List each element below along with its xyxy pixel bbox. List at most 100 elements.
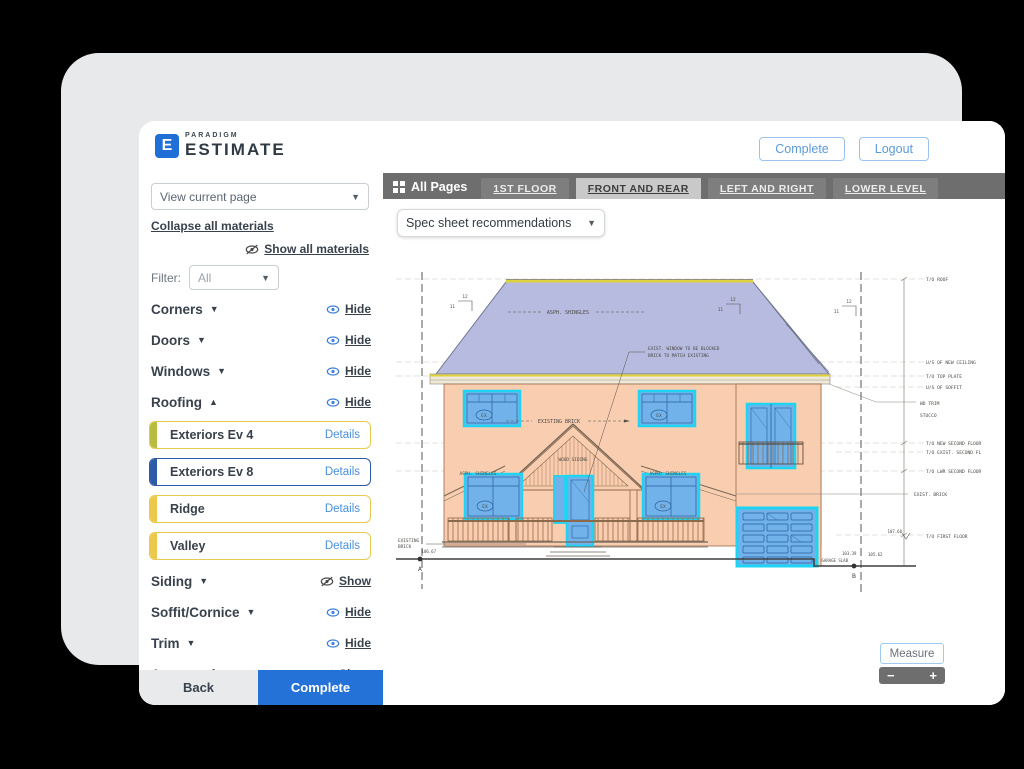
sidebar-item-corners[interactable]: Corners▼ Hide <box>151 298 371 320</box>
tab-left-and-right[interactable]: LEFT AND RIGHT <box>708 178 826 199</box>
gable-siding-label: WOOD SIDING <box>558 457 587 463</box>
spec-sheet-select-value: Spec sheet recommendations <box>406 216 571 230</box>
zoom-out-button[interactable]: − <box>887 669 895 682</box>
material-label: Exteriors Ev 8 <box>170 465 253 479</box>
datum-to-first-floor: T/O FIRST FLOOR <box>926 534 968 540</box>
material-label: Valley <box>170 539 205 553</box>
app-window: E PARADIGM ESTIMATE Complete Logout View… <box>139 121 1005 705</box>
category-label: Doors <box>151 333 190 348</box>
complete-button-top[interactable]: Complete <box>759 137 845 161</box>
eye-icon <box>326 638 340 649</box>
window-ex-label: EX <box>481 413 487 419</box>
material-card-exteriors-ev4[interactable]: Exteriors Ev 4 Details <box>149 421 371 449</box>
app-header: E PARADIGM ESTIMATE Complete Logout <box>139 121 1005 171</box>
category-label: Trim <box>151 636 180 651</box>
brand-icon: E <box>155 134 179 158</box>
sidebar-item-windows[interactable]: Windows▼ Hide <box>151 360 371 382</box>
porch-roof-label-left: ASPH. SHINGLES <box>459 471 496 477</box>
chevron-down-icon: ▼ <box>217 366 226 376</box>
pitch-rise: 12 <box>846 299 852 305</box>
material-label: Exteriors Ev 4 <box>170 428 253 442</box>
filter-select-value: All <box>198 271 211 285</box>
view-page-select-value: View current page <box>160 190 257 204</box>
eye-off-icon <box>245 244 259 255</box>
material-card-valley[interactable]: Valley Details <box>149 532 371 560</box>
paradigm-estimate-logo: E PARADIGM ESTIMATE <box>155 132 286 158</box>
back-button[interactable]: Back <box>139 670 258 705</box>
collapse-all-link[interactable]: Collapse all materials <box>151 219 274 233</box>
sidebar-item-trim[interactable]: Trim ▼ Hide <box>151 632 371 654</box>
eye-icon <box>326 366 340 377</box>
sidebar-item-soffit-cornice[interactable]: Soffit/Cornice ▼ Hide <box>151 601 371 623</box>
material-color-stripe <box>150 422 157 448</box>
chevron-down-icon: ▼ <box>187 638 196 648</box>
view-page-select[interactable]: View current page ▼ <box>151 183 369 210</box>
chevron-down-icon: ▼ <box>247 607 256 617</box>
material-card-ridge[interactable]: Ridge Details <box>149 495 371 523</box>
pitch-rise: 12 <box>730 297 736 303</box>
tab-lower-level[interactable]: LOWER LEVEL <box>833 178 938 199</box>
toggle-trim-visibility[interactable]: Hide <box>326 636 371 650</box>
eye-icon <box>326 304 340 315</box>
material-color-stripe <box>150 496 157 522</box>
material-color-stripe <box>150 459 157 485</box>
existing-brick-label-left-2: BRICK <box>398 544 412 550</box>
pages-tabbar: All Pages 1ST FLOOR FRONT AND REAR LEFT … <box>383 173 1005 199</box>
drawing-canvas[interactable]: Spec sheet recommendations ▼ <box>383 199 1005 705</box>
garage-slab-label: GARAGE SLAB <box>822 558 849 563</box>
brand-small-text: PARADIGM <box>185 132 286 139</box>
toggle-soffit-visibility[interactable]: Hide <box>326 605 371 619</box>
toggle-roofing-visibility[interactable]: Hide <box>326 395 371 409</box>
window-ex-label: EX <box>660 504 666 510</box>
details-link[interactable]: Details <box>325 503 360 515</box>
filter-label: Filter: <box>151 271 181 285</box>
chevron-down-icon: ▼ <box>351 192 360 202</box>
category-label: Siding <box>151 574 192 589</box>
tab-front-and-rear[interactable]: FRONT AND REAR <box>576 178 701 199</box>
chevron-down-icon: ▼ <box>587 218 596 228</box>
datum-us-new-ceiling: U/S OF NEW CEILING <box>926 360 976 366</box>
toggle-siding-visibility[interactable]: Show <box>320 574 371 588</box>
pitch-run: 11 <box>718 307 724 313</box>
chevron-up-icon: ▲ <box>209 397 218 407</box>
grade-point-b: B <box>852 572 856 580</box>
device-frame: E PARADIGM ESTIMATE Complete Logout View… <box>61 53 962 665</box>
spec-sheet-select[interactable]: Spec sheet recommendations ▼ <box>397 209 605 237</box>
sidebar-item-roofing[interactable]: Roofing▲ Hide <box>151 391 371 413</box>
blocked-window-note-2: BRICK TO MATCH EXISTING <box>648 353 709 359</box>
elevation-a: 106.67 <box>422 549 437 554</box>
grade-point-a: A <box>418 565 422 573</box>
logout-button[interactable]: Logout <box>859 137 929 161</box>
details-link[interactable]: Details <box>325 466 360 478</box>
filter-select[interactable]: All ▼ <box>189 265 279 290</box>
datum-to-new-second-floor: T/O NEW SECOND FLOOR <box>926 441 981 447</box>
toggle-doors-visibility[interactable]: Hide <box>326 333 371 347</box>
complete-button-bottom[interactable]: Complete <box>258 670 383 705</box>
sidebar-item-doors[interactable]: Doors ▼ Hide <box>151 329 371 351</box>
grade-b-elevation: 105.62 <box>868 552 883 557</box>
porch-roof-label-right: ASPH. SHINGLES <box>649 471 686 477</box>
material-card-exteriors-ev8[interactable]: Exteriors Ev 8 Details <box>149 458 371 486</box>
window-ex-label: EX <box>482 504 488 510</box>
category-label: Corners <box>151 302 203 317</box>
existing-brick-label-center: EXISTING BRICK <box>538 419 580 425</box>
note-wd-trim: WD TRIM <box>920 401 940 407</box>
category-label: Soffit/Cornice <box>151 605 240 620</box>
datum-us-soffit: U/S OF SOFFIT <box>926 385 962 391</box>
tab-1st-floor[interactable]: 1ST FLOOR <box>481 178 568 199</box>
zoom-in-button[interactable]: + <box>929 669 937 682</box>
measure-button[interactable]: Measure <box>880 643 944 664</box>
eye-icon <box>326 607 340 618</box>
toggle-corners-visibility[interactable]: Hide <box>326 302 371 316</box>
toggle-windows-visibility[interactable]: Hide <box>326 364 371 378</box>
all-pages-button[interactable]: All Pages <box>393 180 467 194</box>
datum-to-lwr-second-floor: T/O LWR SECOND FLOOR <box>926 469 981 475</box>
datum-to-exist-second-floor: T/O EXIST. SECOND FLOOR <box>926 450 981 456</box>
material-label: Ridge <box>170 502 205 516</box>
details-link[interactable]: Details <box>325 429 360 441</box>
chevron-down-icon: ▼ <box>197 335 206 345</box>
details-link[interactable]: Details <box>325 540 360 552</box>
eye-off-icon <box>320 576 334 587</box>
sidebar-item-siding[interactable]: Siding▼ Show <box>151 570 371 592</box>
show-all-materials-link[interactable]: Show all materials <box>245 242 369 256</box>
